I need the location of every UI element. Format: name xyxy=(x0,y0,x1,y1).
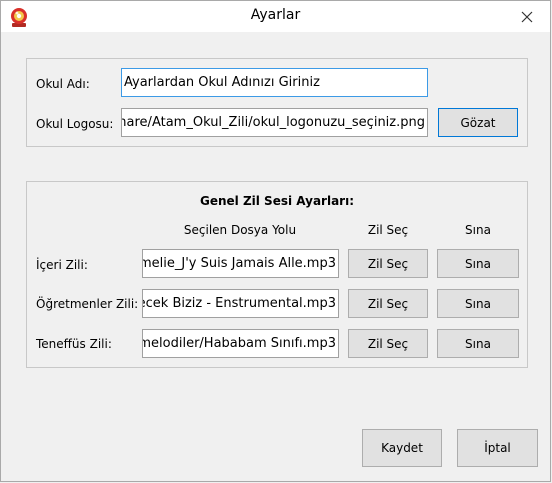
test-bell-button[interactable]: Sına xyxy=(437,249,519,278)
bell-path-input[interactable]: /Amelie_J'y Suis Jamais Alle.mp3 xyxy=(142,249,339,278)
school-logo-label: Okul Logosu: xyxy=(36,117,114,131)
browse-button[interactable]: Gözat xyxy=(438,108,518,137)
bell-row-label: İçeri Zili: xyxy=(36,258,88,272)
test-bell-button[interactable]: Sına xyxy=(437,289,519,318)
school-name-label: Okul Adı: xyxy=(36,77,90,91)
select-bell-button[interactable]: Zil Seç xyxy=(348,289,428,318)
bell-row-label: Teneffüs Zili: xyxy=(36,337,112,351)
test-bell-button[interactable]: Sına xyxy=(437,329,519,358)
select-bell-button[interactable]: Zil Seç xyxy=(348,329,428,358)
school-name-value: Ayarlardan Okul Adınızı Giriniz xyxy=(124,75,320,90)
bell-path-input[interactable]: Zili/melodiler/Hababam Sınıfı.mp3 xyxy=(142,329,339,358)
school-name-input[interactable]: Ayarlardan Okul Adınızı Giriniz xyxy=(121,68,428,97)
column-header-select: Zil Seç xyxy=(367,223,409,237)
save-button[interactable]: Kaydet xyxy=(362,429,442,467)
settings-window: Ayarlar Okul Adı: Ayarlardan Okul Adınız… xyxy=(0,0,551,482)
bell-path-value: Gelecek Biziz - Enstrumental.mp3 xyxy=(143,296,336,311)
bell-path-value: /Amelie_J'y Suis Jamais Alle.mp3 xyxy=(142,256,336,271)
close-icon xyxy=(521,11,533,22)
select-bell-button[interactable]: Zil Seç xyxy=(348,249,428,278)
close-button[interactable] xyxy=(504,1,550,32)
school-logo-path-value: /usr/share/Atam_Okul_Zili/okul_logonuzu_… xyxy=(121,115,425,130)
column-header-path: Seçilen Dosya Yolu xyxy=(183,223,297,237)
bell-path-input[interactable]: Gelecek Biziz - Enstrumental.mp3 xyxy=(142,289,339,318)
window-title: Ayarlar xyxy=(250,7,301,23)
school-logo-path-input[interactable]: /usr/share/Atam_Okul_Zili/okul_logonuzu_… xyxy=(121,108,428,137)
bell-settings-group: Genel Zil Sesi Ayarları: Seçilen Dosya Y… xyxy=(26,181,528,368)
column-header-test: Sına xyxy=(465,223,491,237)
cancel-button[interactable]: İptal xyxy=(457,429,538,467)
bell-path-value: Zili/melodiler/Hababam Sınıfı.mp3 xyxy=(142,336,336,351)
school-info-group: Okul Adı: Ayarlardan Okul Adınızı Girini… xyxy=(26,58,528,147)
bell-group-title: Genel Zil Sesi Ayarları: xyxy=(199,194,355,208)
bell-row-label: Öğretmenler Zili: xyxy=(36,297,139,311)
title-bar[interactable]: Ayarlar xyxy=(1,1,550,32)
